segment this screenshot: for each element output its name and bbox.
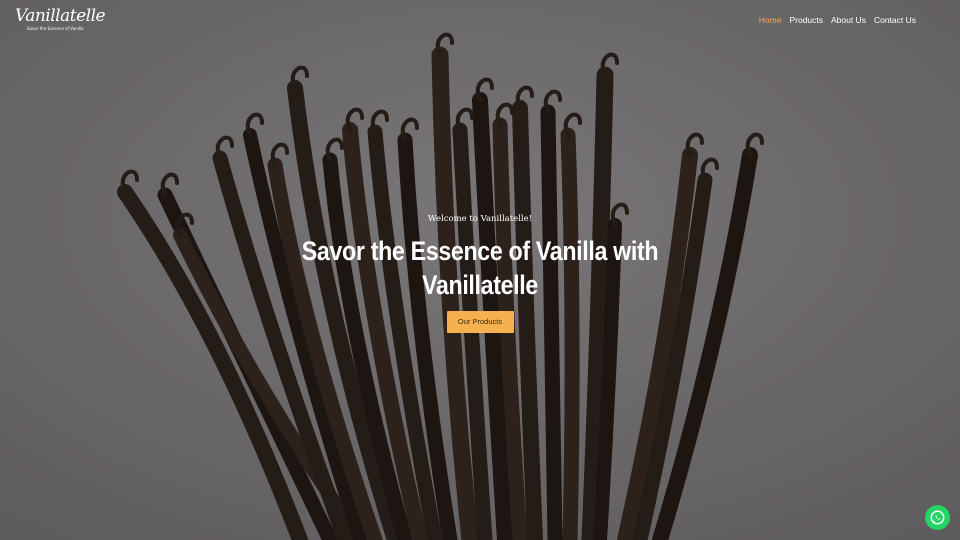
nav-home[interactable]: Home (759, 15, 782, 25)
hero-headline: Savor the Essence of Vanilla with Vanill… (301, 236, 659, 300)
nav-contact-us[interactable]: Contact Us (874, 15, 916, 25)
site-header: Vanillatelle Savor the Essence of Vanill… (0, 0, 960, 44)
main-nav: Home Products About Us Contact Us (759, 15, 916, 25)
brand-logo[interactable]: Vanillatelle Savor the Essence of Vanill… (15, 6, 106, 34)
our-products-button[interactable]: Our Products (446, 311, 514, 333)
logo-tagline: Savor the Essence of Vanilla (27, 26, 84, 31)
logo-wordmark: Vanillatelle (15, 6, 106, 26)
page: Vanillatelle Savor the Essence of Vanill… (0, 0, 960, 540)
whatsapp-chat-button[interactable] (925, 505, 950, 530)
whatsapp-icon (930, 510, 945, 525)
nav-products[interactable]: Products (789, 15, 823, 25)
hero-section: Welcome to Vanillatelle! Savor the Essen… (0, 212, 960, 333)
hero-welcome-text: Welcome to Vanillatelle! (427, 214, 533, 224)
nav-about-us[interactable]: About Us (831, 15, 866, 25)
